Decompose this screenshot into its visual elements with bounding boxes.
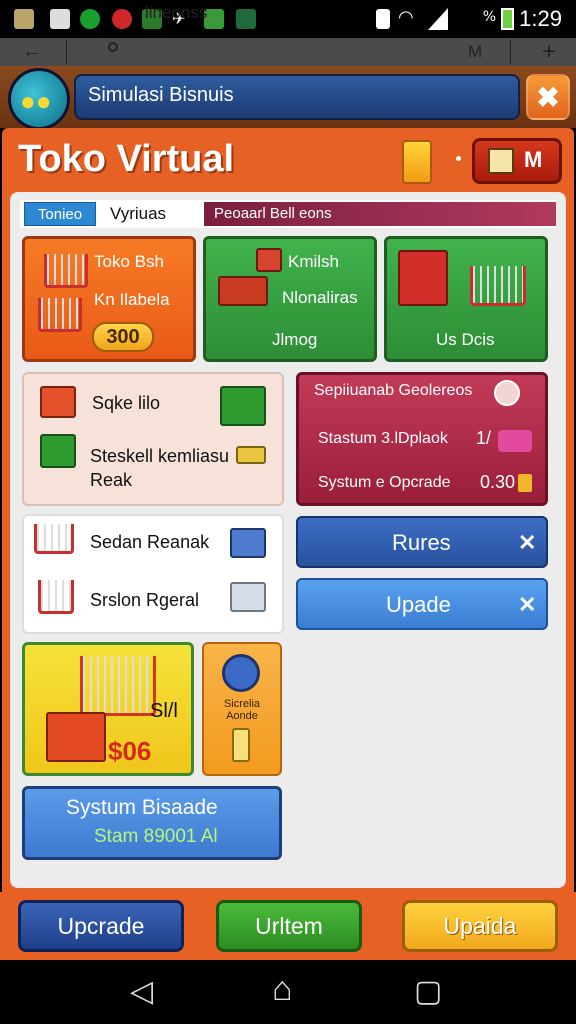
- promo-label: Sl/l: [150, 700, 178, 722]
- menu-button[interactable]: [472, 138, 562, 184]
- trash-bin-icon: [398, 250, 448, 306]
- promo-price: $06: [108, 736, 152, 766]
- box-icon: [230, 528, 266, 558]
- badge-icon: [494, 380, 520, 406]
- cart-icon: [38, 298, 82, 332]
- upade-button-label: Upade: [386, 592, 451, 617]
- url-text[interactable]: lineonss: [145, 3, 207, 23]
- photo-icon: [236, 9, 256, 29]
- can-icon: [232, 728, 250, 762]
- nav-recent-icon[interactable]: ▢: [414, 974, 442, 1009]
- list-item[interactable]: Sedan Reanak: [90, 532, 209, 553]
- badge-label: Sicrelia Aonde: [223, 698, 261, 722]
- browser-bar: [0, 38, 576, 66]
- coins-icon: ●●: [20, 86, 52, 116]
- card-label: Kn Ilabela: [94, 290, 170, 309]
- tab-tonieo[interactable]: Tonieo: [24, 202, 96, 226]
- rures-button-label: Rures: [392, 530, 451, 555]
- cart-icon: [44, 254, 88, 288]
- nfc-icon: [376, 9, 390, 29]
- card-label: Us Dcis: [436, 330, 495, 349]
- nav-back-icon[interactable]: ◁: [130, 974, 153, 1009]
- list-item-sub: Reak: [90, 470, 133, 490]
- price-badge: 300: [92, 322, 154, 352]
- box-icon: [256, 248, 282, 272]
- fruit-crate-icon: [218, 276, 268, 306]
- system-title: Systum Bisaade: [66, 796, 218, 819]
- upcrade-button-label: Upcrade: [57, 913, 145, 939]
- card-label: Toko Bsh: [94, 252, 164, 271]
- gift-icon: [498, 430, 532, 452]
- stat-label: Stastum 3.lDplaok: [318, 430, 448, 447]
- upcrade-button[interactable]: Upcrade: [18, 900, 184, 952]
- urltem-button-label: Urltem: [255, 913, 323, 939]
- bin-icon: [40, 434, 76, 468]
- list-item[interactable]: Steskell kemliasu: [90, 446, 229, 467]
- cart-icon: [470, 266, 526, 306]
- money-icon: [236, 446, 266, 464]
- battery-icon: [501, 8, 514, 30]
- divider: [510, 40, 511, 64]
- list-item[interactable]: Srslon Rgeral: [90, 590, 199, 611]
- bookmark-icon[interactable]: M: [468, 42, 482, 62]
- tab-peoaarl[interactable]: Peoaarl Bell eons: [204, 202, 556, 226]
- game-notification-icon: [112, 9, 132, 29]
- wifi-icon: ◠: [398, 7, 414, 27]
- tab-vyriuas[interactable]: Vyriuas: [110, 202, 166, 226]
- box-icon: [230, 582, 266, 612]
- cart-icon: [34, 524, 74, 554]
- card-label: Jlmog: [272, 330, 318, 349]
- shop-title: Toko Virtual: [18, 138, 235, 180]
- crate-icon: [46, 712, 106, 762]
- register-icon: [488, 148, 514, 174]
- system-subtitle: Stam 89001 Al: [94, 826, 218, 847]
- upaida-button[interactable]: Upaida: [402, 900, 558, 952]
- shopping-bag-icon[interactable]: [402, 140, 432, 184]
- signal-icon: [428, 8, 448, 30]
- card-label: Nlonaliras: [282, 288, 358, 307]
- add-tab-icon[interactable]: +: [542, 38, 556, 66]
- crate-icon: [40, 386, 76, 418]
- stat-label: Sepiiuanab Geolereos: [314, 382, 473, 399]
- upaida-button-label: Upaida: [443, 913, 517, 939]
- stat-value: 0.30: [480, 472, 516, 492]
- dumpster-icon: [220, 386, 266, 426]
- clock: 1:29: [519, 6, 562, 31]
- battery-percent: %: [482, 9, 496, 25]
- nav-home-icon[interactable]: ⌂: [272, 970, 293, 1009]
- menu-button-label: M: [524, 147, 543, 172]
- stat-value: 1/: [476, 428, 492, 448]
- sd-card-icon: [50, 9, 70, 29]
- cart-icon: [38, 580, 74, 614]
- close-button[interactable]: ✖: [526, 74, 570, 120]
- divider: [66, 40, 67, 64]
- app-notification-icon: [14, 9, 34, 29]
- back-arrow-icon[interactable]: ←: [22, 40, 42, 63]
- app-title: Simulasi Bisnuis: [88, 84, 234, 106]
- urltem-button[interactable]: Urltem: [216, 900, 362, 952]
- globe-icon: [108, 42, 118, 52]
- big-cart-icon: [80, 656, 156, 716]
- dot-separator: [456, 156, 461, 161]
- card-label: Kmilsh: [288, 252, 340, 271]
- messenger-icon: [80, 9, 100, 29]
- stat-label: Systum e Opcrade: [318, 474, 451, 491]
- list-item[interactable]: Sqke lilo: [92, 393, 160, 414]
- coin-icon: [518, 474, 532, 492]
- close-x-icon[interactable]: ✕: [518, 592, 536, 618]
- gear-badge-icon: [222, 654, 260, 692]
- close-x-icon[interactable]: ✕: [518, 530, 536, 556]
